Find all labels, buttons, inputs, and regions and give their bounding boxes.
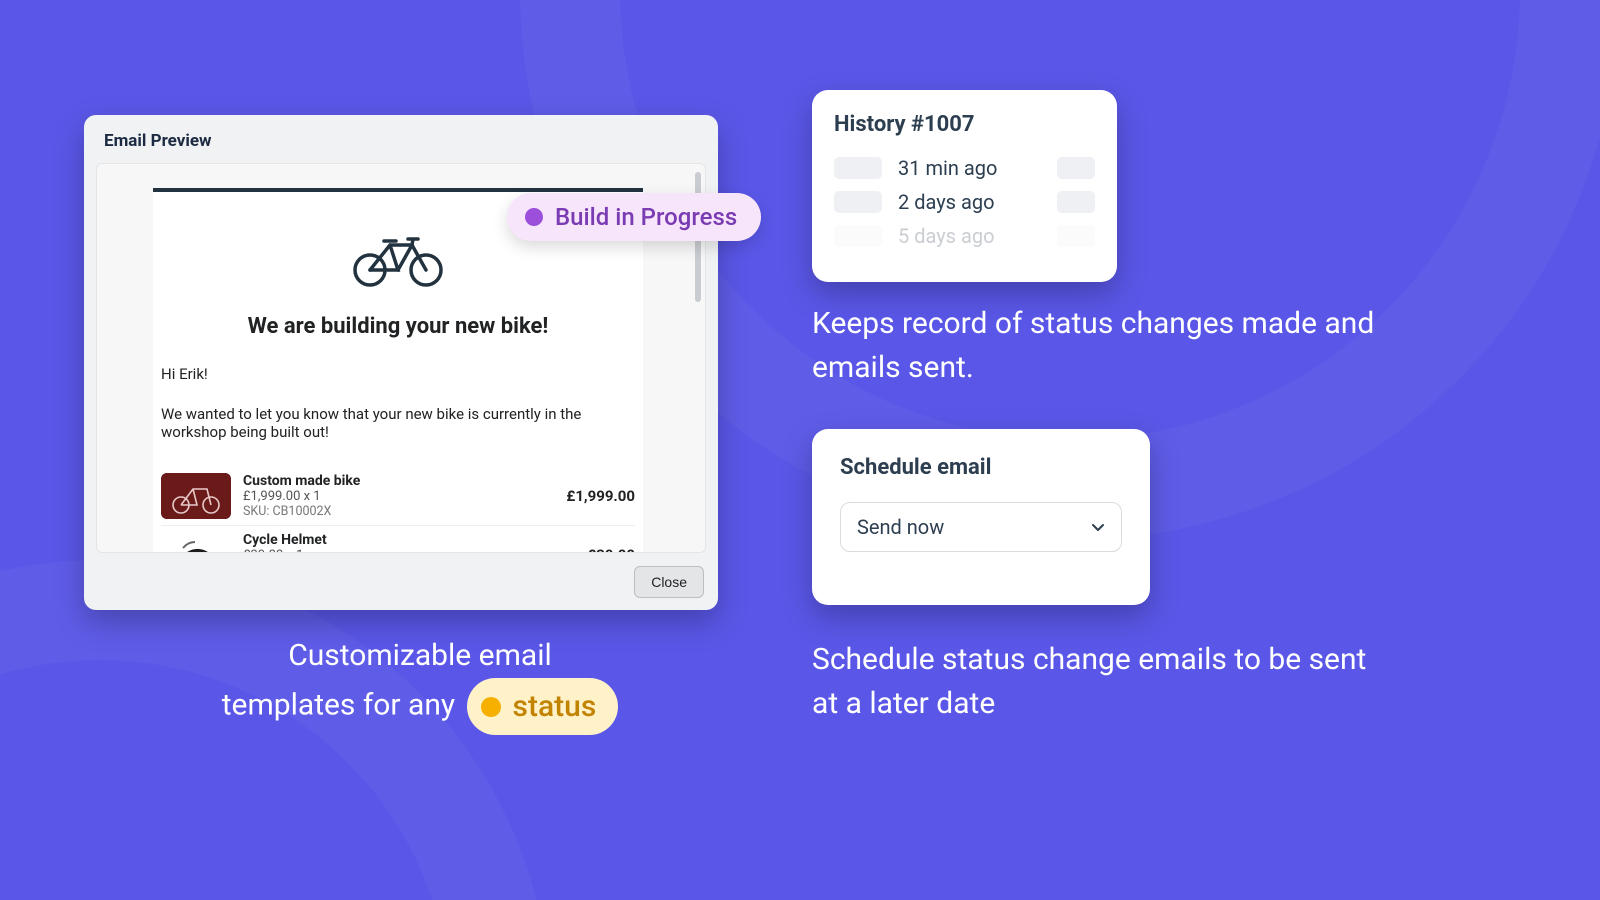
caption-line: Customizable email	[155, 633, 685, 678]
history-time: 5 days ago	[882, 224, 1057, 248]
product-total: £39.00	[587, 546, 635, 553]
placeholder-bar	[834, 225, 882, 247]
email-product-list: Custom made bike £1,999.00 x 1 SKU: CB10…	[161, 467, 635, 553]
placeholder-bar	[834, 157, 882, 179]
product-row: Custom made bike £1,999.00 x 1 SKU: CB10…	[161, 467, 635, 525]
product-sku: SKU: CB10002X	[243, 504, 566, 519]
email-preview-modal: Email Preview	[84, 115, 718, 610]
placeholder-bar	[1057, 191, 1095, 213]
status-dot-icon	[481, 697, 501, 717]
status-dot-icon	[525, 208, 543, 226]
product-name: Custom made bike	[243, 473, 566, 489]
status-pill-label: Build in Progress	[555, 203, 737, 231]
history-time: 2 days ago	[882, 190, 1057, 214]
placeholder-bar	[834, 191, 882, 213]
status-pill-build-in-progress: Build in Progress	[507, 193, 761, 241]
email-greeting: Hi Erik!	[161, 365, 643, 383]
schedule-select[interactable]: Send now	[840, 502, 1122, 552]
product-total: £1,999.00	[566, 487, 635, 505]
product-row: Cycle Helmet £39.00 x 1 £39.00	[161, 525, 635, 553]
chevron-down-icon	[1091, 520, 1105, 534]
bicycle-icon	[348, 228, 448, 288]
history-time: 31 min ago	[882, 156, 1057, 180]
caption-line: templates for any status	[155, 678, 685, 735]
history-caption: Keeps record of status changes made and …	[812, 302, 1382, 389]
history-card: History #1007 31 min ago 2 days ago 5 da…	[812, 90, 1117, 282]
email-preview-title: Email Preview	[84, 115, 718, 163]
schedule-selected-value: Send now	[857, 515, 944, 539]
caption-text: templates for any	[222, 687, 455, 722]
placeholder-bar	[1057, 225, 1095, 247]
product-name: Cycle Helmet	[243, 532, 587, 548]
email-template-caption: Customizable email templates for any sta…	[155, 633, 685, 735]
history-row: 31 min ago	[812, 151, 1117, 185]
history-title: History #1007	[812, 112, 1117, 151]
schedule-email-card: Schedule email Send now	[812, 429, 1150, 605]
history-row: 2 days ago	[812, 185, 1117, 219]
status-chip: status	[467, 678, 619, 735]
product-qty-price: £39.00 x 1	[243, 548, 587, 553]
schedule-title: Schedule email	[840, 455, 1122, 480]
close-button[interactable]: Close	[634, 566, 704, 598]
schedule-caption: Schedule status change emails to be sent…	[812, 638, 1382, 725]
product-thumbnail	[161, 532, 231, 553]
email-body-text: We wanted to let you know that your new …	[161, 405, 643, 441]
product-qty-price: £1,999.00 x 1	[243, 489, 566, 504]
email-heading: We are building your new bike!	[153, 314, 643, 339]
product-thumbnail	[161, 473, 231, 519]
history-row: 5 days ago	[812, 219, 1117, 253]
status-chip-label: status	[513, 684, 597, 729]
placeholder-bar	[1057, 157, 1095, 179]
email-content: We are building your new bike! Hi Erik! …	[153, 188, 643, 553]
